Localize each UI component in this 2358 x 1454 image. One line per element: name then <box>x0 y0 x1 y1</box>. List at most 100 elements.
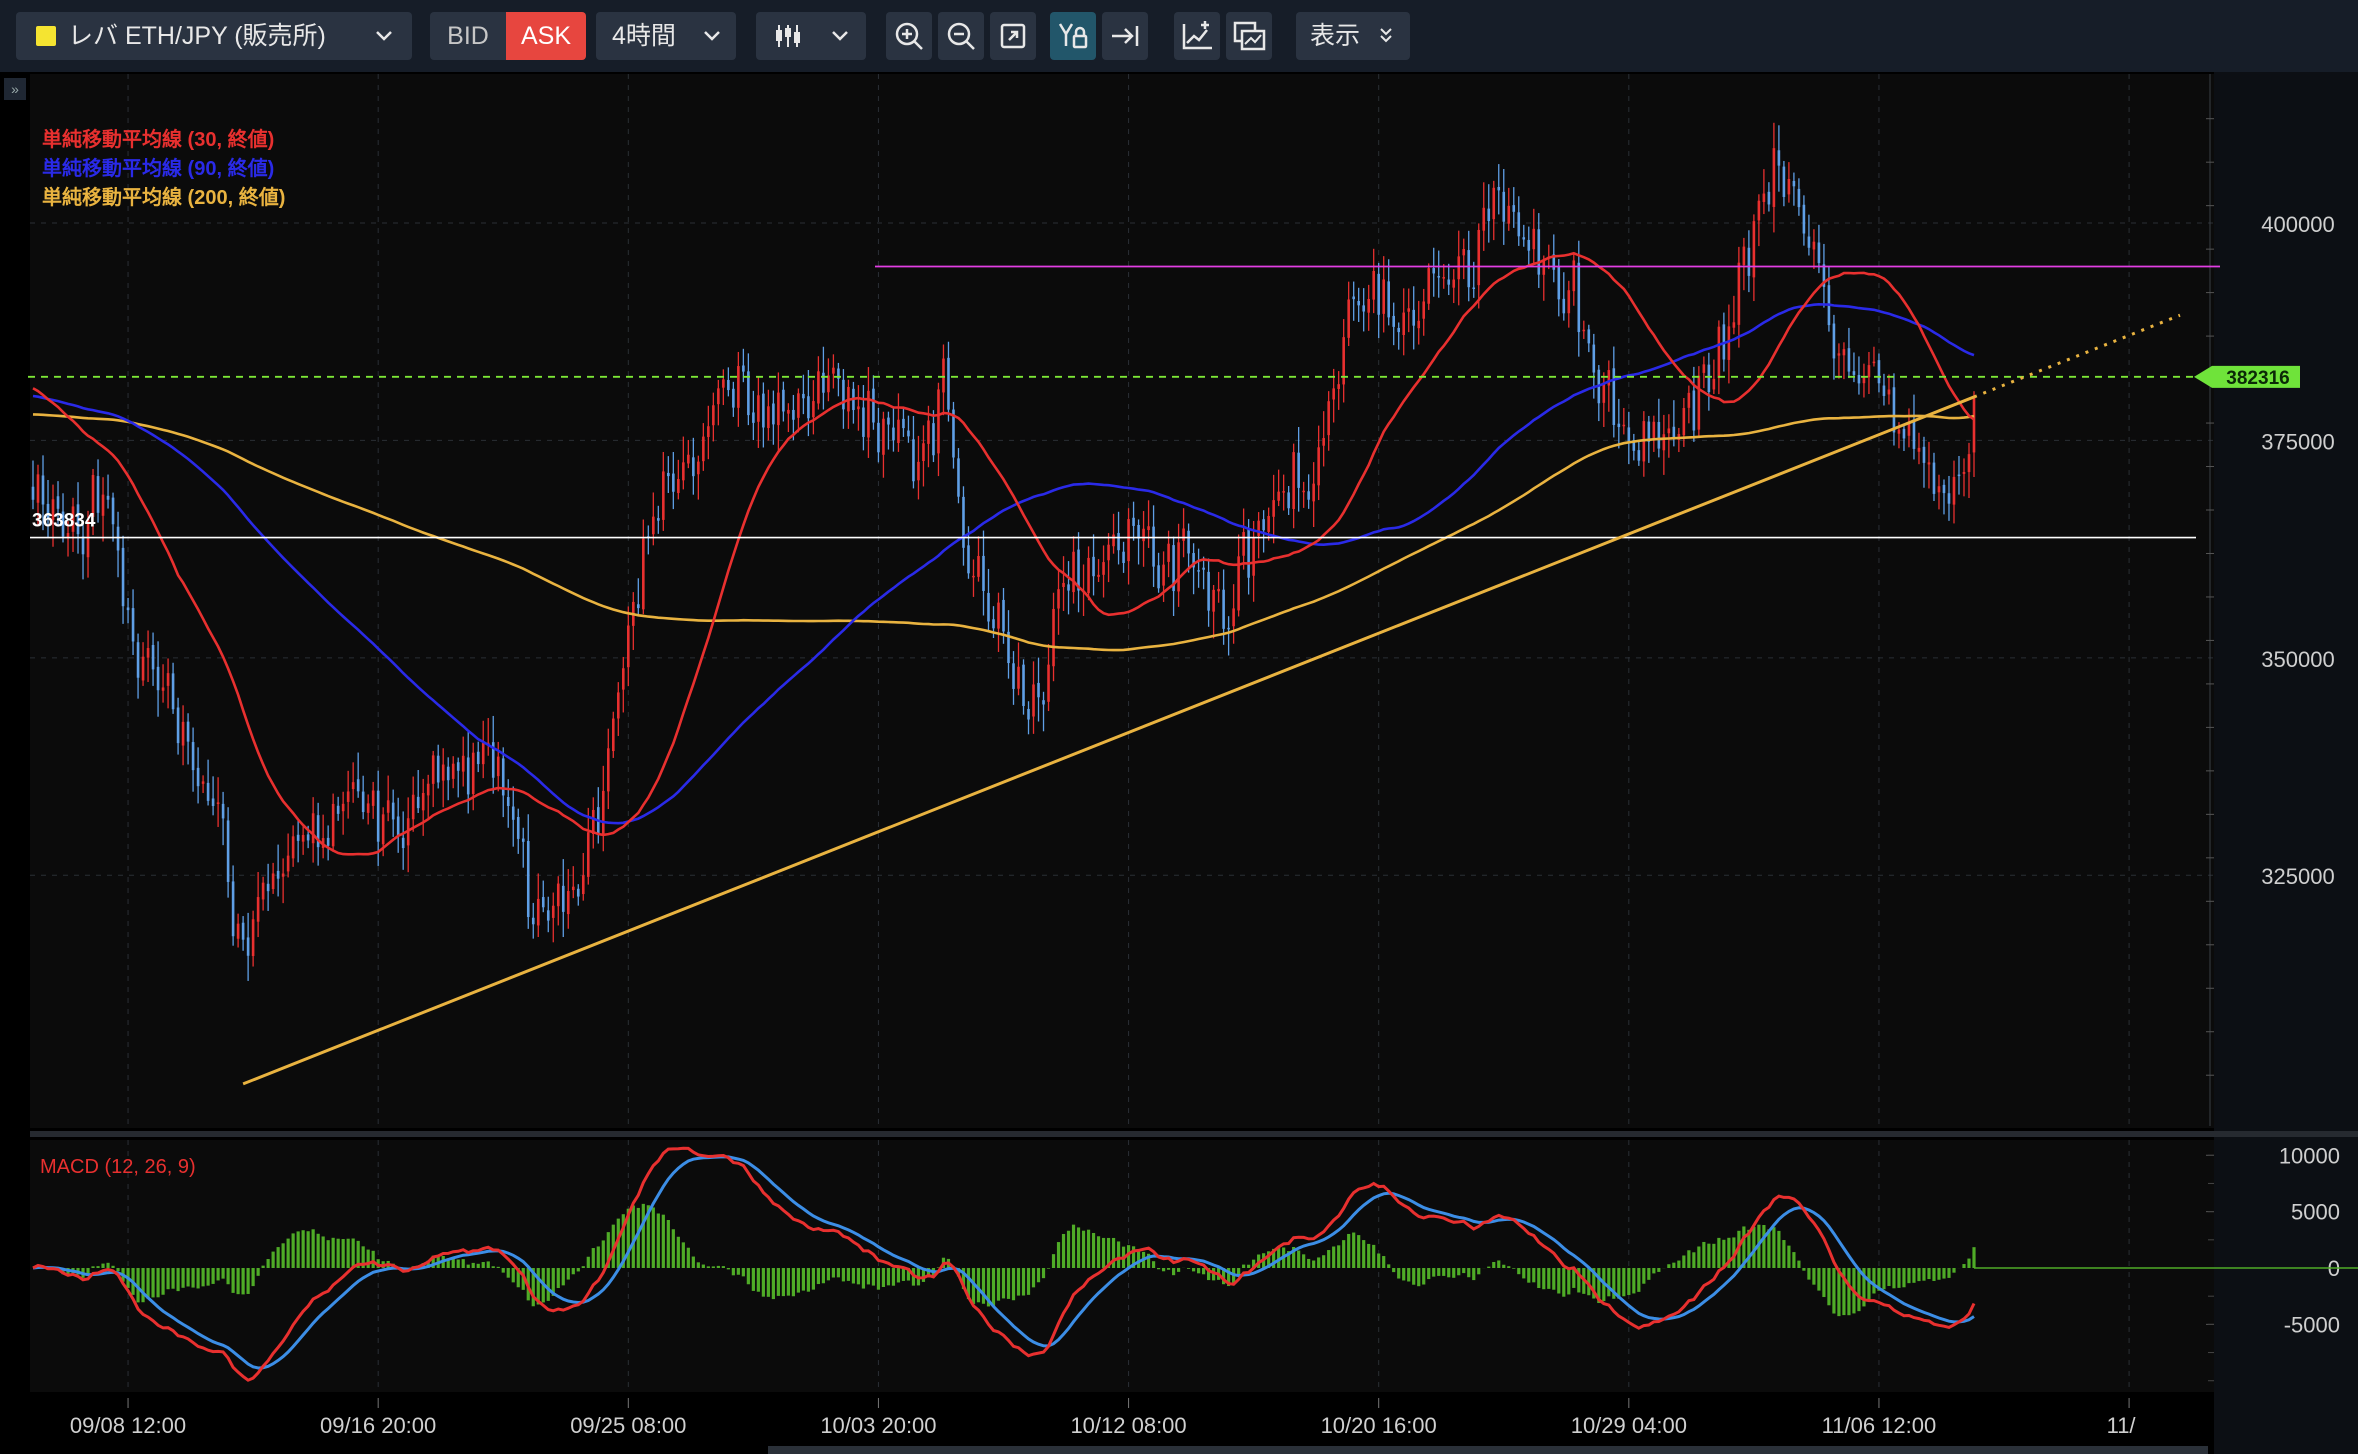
candle-body <box>456 762 460 771</box>
candle-body <box>611 718 615 752</box>
candle-body <box>571 886 575 891</box>
candle-body <box>1527 239 1531 251</box>
candle-body <box>1442 277 1446 279</box>
candle-body <box>236 923 240 939</box>
candle-body <box>802 393 805 399</box>
candle-body <box>126 607 130 611</box>
candle-body <box>1292 452 1295 509</box>
candle-body <box>842 379 845 410</box>
add-indicator-button[interactable] <box>1174 12 1220 60</box>
candle-body <box>1147 526 1150 531</box>
candle-body <box>1062 582 1065 588</box>
candle-body <box>1482 207 1486 231</box>
candle-body <box>767 406 770 429</box>
candle-body <box>1842 349 1846 356</box>
candle-body <box>857 406 860 410</box>
candle-body <box>1567 290 1571 314</box>
candle-body <box>617 692 620 719</box>
candle-body <box>912 439 915 482</box>
candle-body <box>1927 462 1931 465</box>
candle-body <box>1962 472 1966 474</box>
candle-body <box>546 910 550 921</box>
macd-tick-label: 10000 <box>2279 1143 2340 1168</box>
candle-body <box>561 885 565 912</box>
candle-body <box>957 458 960 497</box>
candle-body <box>1052 608 1055 667</box>
candle-body <box>1707 364 1711 393</box>
macd-tick-label: 5000 <box>2291 1200 2340 1225</box>
y-tick-label: 400000 <box>2261 212 2334 237</box>
x-tick-label: 10/12 08:00 <box>1070 1413 1186 1438</box>
fit-screen-button[interactable] <box>990 12 1036 60</box>
expand-panel-icon[interactable]: » <box>4 78 26 100</box>
scroll-to-latest-button[interactable] <box>1102 12 1148 60</box>
compare-button[interactable] <box>1226 12 1272 60</box>
candle-body <box>466 757 470 795</box>
candle-body <box>972 575 975 578</box>
candle-body <box>697 461 700 475</box>
candle-body <box>982 555 985 591</box>
chevron-double-down-icon <box>1376 12 1396 60</box>
candle-body <box>386 800 390 813</box>
candle-body <box>1782 166 1786 197</box>
candle-body <box>1487 208 1491 222</box>
time-scrollbar <box>768 1446 2208 1454</box>
bid-button[interactable]: BID <box>430 12 506 60</box>
zoom-out-icon <box>938 12 984 60</box>
candle-body <box>1717 326 1721 379</box>
candle-body <box>637 604 640 609</box>
candle-body <box>1912 419 1916 449</box>
zoom-in-button[interactable] <box>886 12 932 60</box>
candle-body <box>622 668 625 690</box>
price-chart[interactable]: 325000350000375000400000 1000050000-5000… <box>0 72 2358 1454</box>
candle-body <box>421 792 425 811</box>
candle-body <box>1187 530 1190 554</box>
candle-body <box>326 837 330 846</box>
candle-body <box>31 486 35 500</box>
candle-body <box>717 388 720 405</box>
auto-scale-icon <box>1050 12 1096 60</box>
candle-body <box>356 779 360 792</box>
candle-body <box>1092 556 1095 577</box>
add-indicator-icon <box>1174 12 1220 60</box>
display-menu-button[interactable]: 表示 <box>1296 12 1410 60</box>
candle-body <box>426 783 430 796</box>
candle-body <box>171 673 175 710</box>
candle-body <box>1932 462 1936 494</box>
candle-body <box>1367 298 1370 313</box>
candle-body <box>667 472 670 477</box>
candle-body <box>151 644 155 670</box>
ask-button[interactable]: ASK <box>506 12 586 60</box>
candle-body <box>516 816 520 839</box>
candle-body <box>1347 299 1350 338</box>
candle-body <box>311 813 315 844</box>
candle-body <box>1402 312 1406 336</box>
candle-body <box>672 473 675 492</box>
candle-body <box>707 426 710 437</box>
chart-type-selector[interactable] <box>756 12 866 60</box>
candle-body <box>1207 571 1210 611</box>
candle-body <box>116 526 120 551</box>
timeframe-selector[interactable]: 4時間 <box>596 12 736 60</box>
candle-body <box>1332 388 1335 400</box>
candle-body <box>1267 515 1270 532</box>
candle-body <box>1377 273 1380 315</box>
display-label: 表示 <box>1310 22 1361 50</box>
auto-scale-button[interactable] <box>1050 12 1096 60</box>
candle-body <box>271 873 275 890</box>
candle-body <box>1792 180 1796 187</box>
zoom-out-button[interactable] <box>938 12 984 60</box>
symbol-selector[interactable]: レバ ETH/JPY (販売所) <box>16 12 412 60</box>
candle-body <box>1902 428 1906 439</box>
candle-body <box>787 409 790 414</box>
candle-body <box>1807 236 1811 248</box>
candle-body <box>752 412 755 423</box>
candle-body <box>872 388 875 423</box>
candle-body <box>536 898 540 926</box>
candle-body <box>1312 483 1315 502</box>
candle-body <box>226 820 230 882</box>
candle-body <box>191 742 195 771</box>
candle-body <box>1532 228 1536 250</box>
candle-body <box>1372 270 1375 300</box>
candle-body <box>526 841 530 918</box>
